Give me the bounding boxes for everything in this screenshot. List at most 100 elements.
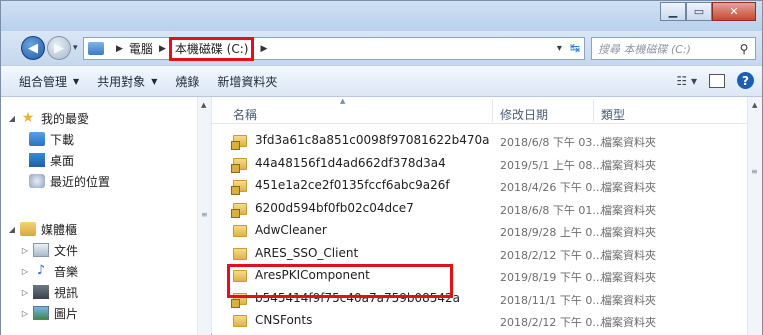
- folder-icon: [233, 247, 247, 260]
- nav-favorites[interactable]: ◢ ★ 我的最愛: [7, 108, 89, 128]
- scroll-grip-icon[interactable]: ≡: [751, 167, 758, 176]
- scroll-up-icon[interactable]: ▲: [752, 101, 757, 109]
- expand-icon[interactable]: ▷: [20, 288, 30, 297]
- share-with-button[interactable]: 共用對象 ▼: [97, 73, 157, 90]
- breadcrumb-separator-icon[interactable]: ▶: [260, 44, 267, 54]
- nav-label: 最近的位置: [50, 174, 111, 189]
- forward-arrow-icon: ▶: [54, 40, 64, 56]
- documents-icon: [33, 243, 49, 257]
- navigation-pane: ◢ ★ 我的最愛 下載 桌面 最近的位置 ◢ 媒體櫃 ▷ 文件 ▷ ♪ 音樂 ▷…: [1, 97, 211, 335]
- nav-scrollbar[interactable]: ▲ ≡: [197, 97, 211, 335]
- nav-desktop[interactable]: 桌面: [26, 150, 74, 170]
- minimize-icon: ▁: [668, 5, 678, 18]
- folder-icon: [233, 315, 247, 327]
- file-type: 檔案資料夾: [601, 136, 656, 149]
- file-name: ARES_SSO_Client: [255, 245, 359, 260]
- nav-label: 媒體櫃: [41, 222, 78, 237]
- address-dropdown-icon[interactable]: ▾: [557, 43, 562, 54]
- refresh-icon[interactable]: ↹: [570, 41, 580, 55]
- file-date: 2018/6/8 下午 01...: [500, 203, 603, 217]
- search-box[interactable]: 搜尋 本機磁碟 (C:) ⚲: [591, 37, 756, 60]
- file-row[interactable]: AdwCleaner 2018/9/28 上午 0... 檔案資料夾: [212, 220, 747, 242]
- breadcrumb-separator-icon[interactable]: ▶: [159, 44, 166, 54]
- collapse-icon[interactable]: ◢: [7, 225, 17, 234]
- recent-pages-dropdown[interactable]: ▾: [73, 43, 78, 53]
- search-icon[interactable]: ⚲: [733, 42, 755, 56]
- nav-recent-places[interactable]: 最近的位置: [26, 171, 110, 191]
- file-date: 2018/11/1 下午 0...: [500, 293, 603, 307]
- address-row: ◀ ▶ ▾ ▶ 電腦 ▶ 本機磁碟 (C:) ▶ ▾ ↹ 搜尋 本機磁碟 (C:…: [1, 31, 762, 65]
- nav-label: 音樂: [54, 264, 79, 279]
- highlight-box: [227, 264, 453, 298]
- address-bar[interactable]: ▶ 電腦 ▶ 本機磁碟 (C:) ▶ ▾ ↹: [83, 36, 585, 61]
- nav-libraries[interactable]: ◢ 媒體櫃: [7, 219, 77, 239]
- chevron-down-icon: ▼: [151, 76, 158, 86]
- column-header: ▲ 名稱 修改日期 類型: [212, 97, 747, 124]
- folder-icon: [233, 225, 247, 237]
- file-type: 檔案資料夾: [601, 203, 656, 217]
- music-note-icon: ♪: [36, 263, 46, 278]
- column-date-modified[interactable]: 修改日期: [500, 106, 548, 123]
- nav-downloads[interactable]: 下載: [26, 129, 74, 149]
- file-row[interactable]: 3fd3a61c8a851c0098f97081622b470a 2018/6/8…: [212, 130, 747, 152]
- star-icon: ★: [21, 110, 35, 126]
- content-scrollbar[interactable]: ▲ ≡: [747, 97, 762, 335]
- close-button[interactable]: ✕: [712, 2, 756, 21]
- forward-button[interactable]: ▶: [47, 36, 71, 60]
- locked-folder-icon: [231, 135, 247, 150]
- file-name: 451e1a2ce2f0135fccf6abc9a26f: [255, 178, 450, 192]
- file-row[interactable]: 451e1a2ce2f0135fccf6abc9a26f 2018/4/26 下午…: [212, 175, 747, 197]
- file-row[interactable]: CNSFonts 2018/2/12 下午 0... 檔案資料夾: [212, 310, 747, 332]
- scroll-up-icon[interactable]: ▲: [201, 101, 206, 109]
- file-row[interactable]: 44a48156f1d4ad662df378d3a4 2019/5/1 上午 08…: [212, 153, 747, 175]
- column-divider[interactable]: [492, 99, 493, 122]
- nav-documents[interactable]: ▷ 文件: [20, 240, 78, 260]
- expand-icon[interactable]: ▷: [20, 309, 30, 318]
- maximize-icon: ▭: [693, 5, 705, 18]
- collapse-icon[interactable]: ◢: [7, 114, 17, 123]
- back-button[interactable]: ◀: [21, 36, 45, 60]
- expand-icon[interactable]: ▷: [20, 246, 30, 255]
- search-input[interactable]: 搜尋 本機磁碟 (C:): [598, 41, 733, 57]
- maximize-button[interactable]: ▭: [686, 2, 712, 21]
- nav-videos[interactable]: ▷ 視訊: [20, 282, 78, 302]
- download-folder-icon: [29, 132, 45, 146]
- help-icon[interactable]: ?: [737, 72, 754, 89]
- column-name[interactable]: 名稱: [233, 106, 257, 123]
- minimize-button[interactable]: ▁: [660, 2, 686, 21]
- window-controls: ▁ ▭ ✕: [660, 2, 756, 21]
- nav-music[interactable]: ▷ ♪ 音樂: [20, 261, 78, 281]
- expand-icon[interactable]: ▷: [20, 267, 30, 276]
- file-row[interactable]: ARES_SSO_Client 2018/2/12 下午 0... 檔案資料夾: [212, 243, 747, 265]
- film-icon: [33, 285, 49, 299]
- breadcrumb-local-disk[interactable]: 本機磁碟 (C:): [168, 36, 255, 61]
- locked-folder-icon: [231, 180, 247, 195]
- file-name: CNSFonts: [255, 313, 313, 327]
- nav-pictures[interactable]: ▷ 圖片: [20, 303, 78, 323]
- explorer-window: ▁ ▭ ✕ ◀ ▶ ▾ ▶ 電腦 ▶ 本機磁碟 (C:) ▶ ▾ ↹ 搜尋 本機…: [0, 0, 763, 335]
- file-name: 6200d594bf0fb02c04dce7: [255, 200, 414, 215]
- back-arrow-icon: ◀: [28, 40, 38, 56]
- column-type[interactable]: 類型: [601, 106, 625, 123]
- address-controls: ▾ ↹: [557, 41, 580, 55]
- organize-button[interactable]: 組合管理 ▼: [19, 73, 79, 90]
- file-type: 檔案資料夾: [601, 293, 656, 307]
- file-row[interactable]: 6200d594bf0fb02c04dce7 2018/6/8 下午 01... 檔…: [212, 198, 747, 220]
- burn-button[interactable]: 燒錄: [175, 73, 199, 90]
- locked-folder-icon: [231, 157, 247, 173]
- new-folder-button[interactable]: 新增資料夾: [217, 73, 277, 90]
- file-type: 檔案資料夾: [601, 271, 656, 284]
- breadcrumb-separator-icon[interactable]: ▶: [116, 44, 123, 54]
- view-options-icon[interactable]: ☷ ▾: [676, 74, 697, 88]
- file-date: 2019/5/1 上午 08...: [500, 158, 603, 172]
- file-name: 44a48156f1d4ad662df378d3a4: [255, 155, 446, 170]
- recent-places-icon: [29, 174, 45, 188]
- view-controls: ☷ ▾ ?: [676, 72, 754, 89]
- breadcrumb-computer[interactable]: 電腦: [129, 40, 153, 57]
- preview-pane-icon[interactable]: [709, 73, 725, 88]
- share-with-label: 共用對象: [97, 74, 146, 89]
- scroll-grip-icon[interactable]: ≡: [201, 210, 208, 219]
- organize-label: 組合管理: [19, 74, 68, 89]
- column-divider[interactable]: [593, 99, 594, 122]
- libraries-icon: [20, 222, 36, 236]
